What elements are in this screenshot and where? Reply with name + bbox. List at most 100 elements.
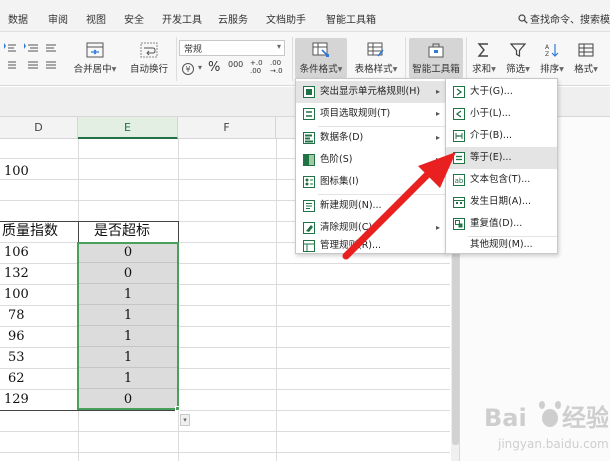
conditional-format-icon [312,42,329,57]
svg-text:jingyan.baidu.com: jingyan.baidu.com [497,437,608,451]
chevron-down-icon: ▾ [111,64,117,75]
sort-icon: AZ [545,44,559,58]
sum-button[interactable]: 求和▾ [469,42,499,75]
fill-handle[interactable] [175,406,180,411]
chevron-down-icon: ▾ [276,42,281,51]
tab-smart-toolbox[interactable]: 智能工具箱 [326,11,376,26]
paste-options-button[interactable]: ▾ [180,414,190,426]
chevron-down-icon: ▾ [198,63,203,72]
menu-item-label: 文本包含(T)... [470,174,531,185]
auto-wrap-button[interactable]: 自动换行 [124,42,174,75]
menu-item-label: 小于(L)... [470,108,511,119]
increase-decimal-button[interactable]: +.0 .00 [250,59,263,75]
conditional-format-label: 条件格式 [299,64,338,75]
conditional-format-button[interactable]: 条件格式▾ [295,38,347,78]
column-header-e[interactable]: E [78,117,178,139]
thousands-button[interactable]: 000 [228,61,243,69]
cell-d-value[interactable]: 106 [4,242,29,263]
decrease-decimal-button[interactable]: .00 →.0 [270,59,283,75]
table-style-label: 表格样式 [354,64,393,75]
svg-text:Bai: Bai [484,404,527,432]
alignment-icons[interactable] [2,42,60,74]
color-scale-icon [303,154,315,166]
cell-d-top[interactable]: 100 [4,161,29,182]
menu-item-label: 其他规则(M)... [470,239,533,250]
tab-security[interactable]: 安全 [124,11,144,26]
number-format-select[interactable]: 常规 ▾ [179,40,285,56]
smart-toolbox-label: 智能工具箱 [412,64,460,75]
menu-item-label: 重复值(D)... [470,218,523,229]
header-exceeds[interactable]: 是否超标 [94,221,178,242]
sort-button[interactable]: AZ 排序▾ [537,42,567,75]
less-than-icon [453,108,465,120]
sigma-icon [477,43,488,57]
table-style-button[interactable]: 表格样式▾ [350,42,402,75]
filter-button[interactable]: 筛选▾ [503,42,533,75]
tab-data[interactable]: 数据 [8,11,28,26]
cell-d-value[interactable]: 53 [8,347,25,368]
smart-toolbox-button[interactable]: 智能工具箱 [409,38,463,78]
greater-than-icon [453,86,465,98]
chevron-down-icon: ▾ [337,64,343,75]
svg-text:经验: 经验 [562,404,608,432]
menu-item-label: 发生日期(A)... [470,196,531,207]
cell-d-value[interactable]: 62 [8,368,25,389]
cell-d-value[interactable]: 132 [4,263,29,284]
search-label: 查找命令、搜索模 [530,15,610,26]
format-cells-icon [578,43,594,57]
column-header-f[interactable]: F [178,117,276,139]
currency-icon[interactable]: ¥ [181,62,195,76]
svg-text:¥: ¥ [185,65,190,74]
menu-item-label: 突出显示单元格规则(H) [320,86,421,97]
menu-item-highlight-rules[interactable]: 突出显示单元格规则(H) ▸ [296,81,446,103]
tab-view[interactable]: 视图 [86,11,106,26]
menu-item-label: 介于(B)... [470,130,512,141]
header-quality-index[interactable]: 质量指数 [2,221,78,242]
tab-review[interactable]: 审阅 [48,11,68,26]
percent-button[interactable]: % [208,60,220,75]
chevron-down-icon: ▾ [491,64,496,75]
manage-rules-icon [303,240,315,252]
merge-center-button[interactable]: 合并居中▾ [70,42,120,75]
chevron-down-icon: ▾ [593,64,598,75]
tab-developer[interactable]: 开发工具 [162,11,202,26]
auto-wrap-label: 自动换行 [129,64,168,75]
chevron-down-icon: ▾ [525,64,530,75]
baidu-jingyan-watermark-icon: Bai 经验 jingyan.baidu.com [484,401,608,451]
submenu-item-greater-than[interactable]: 大于(G)... [446,81,557,103]
selection-range [77,242,179,410]
submenu-item-less-than[interactable]: 小于(L)... [446,103,557,125]
top-rules-icon [303,108,315,120]
submenu-arrow-icon: ▸ [436,87,441,96]
cell-d-value[interactable]: 100 [4,284,29,305]
icon-sets-icon [303,176,315,188]
format-label: 格式 [574,64,594,75]
search-icon [518,14,528,24]
annotation-arrow-icon [342,152,456,260]
menu-tab-bar: 数据 审阅 视图 安全 开发工具 云服务 文档助手 智能工具箱 查找命令、搜索模 [0,0,610,32]
menu-item-top-bottom-rules[interactable]: 项目选取规则(T) ▸ [296,103,446,125]
clear-rules-icon [303,222,315,234]
menu-item-label: 项目选取规则(T) [320,108,391,119]
command-search[interactable]: 查找命令、搜索模 [518,11,610,26]
merge-cells-icon [86,42,104,58]
highlight-cells-icon [303,86,315,98]
new-rule-icon [303,200,315,212]
column-header-d[interactable]: D [0,117,78,139]
table-style-icon [367,42,384,57]
tab-doc-assistant[interactable]: 文档助手 [266,11,306,26]
sort-label: 排序 [540,64,560,75]
number-format-value: 常规 [184,45,203,55]
svg-text:A: A [545,44,550,51]
cell-d-value[interactable]: 96 [8,326,25,347]
filter-label: 筛选 [506,64,526,75]
chevron-down-icon: ▾ [392,64,398,75]
cell-d-value[interactable]: 129 [4,389,29,410]
filter-icon [510,43,526,57]
chevron-down-icon: ▾ [559,64,564,75]
cell-d-value[interactable]: 78 [8,305,25,326]
format-button[interactable]: 格式▾ [571,42,601,75]
tab-cloud[interactable]: 云服务 [218,11,248,26]
menu-item-label: 大于(G)... [470,86,513,97]
toolbox-icon [428,43,444,58]
